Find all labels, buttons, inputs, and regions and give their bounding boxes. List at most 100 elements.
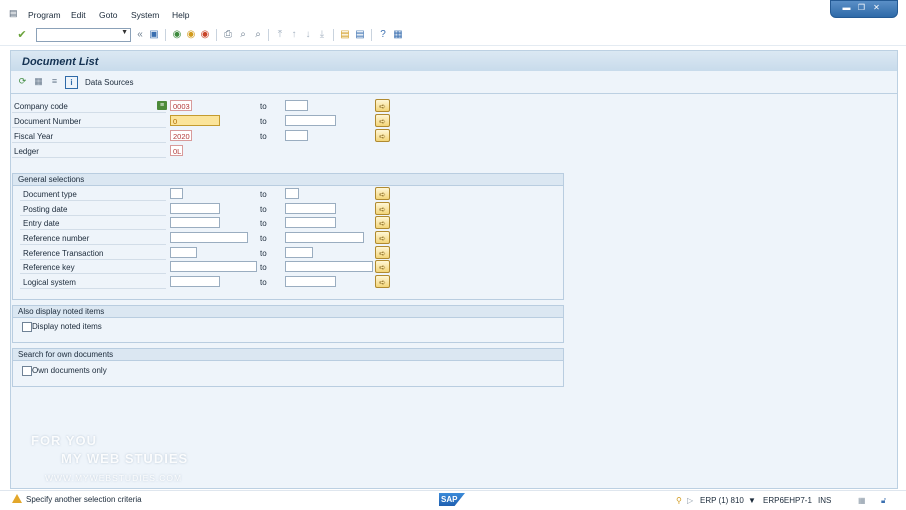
exit-icon[interactable]: ◉ (185, 29, 197, 41)
posting-date-low-input[interactable] (170, 203, 220, 214)
restore-icon[interactable]: ❐ (856, 3, 867, 13)
row-divider (12, 127, 166, 128)
own-documents-label: Own documents only (32, 366, 107, 375)
fiscal-year-low-input[interactable]: 2020 (170, 130, 192, 141)
group-title: Search for own documents (18, 350, 114, 359)
command-field[interactable]: ▼ (36, 28, 131, 42)
lightbulb-icon[interactable]: ⚲ (676, 496, 682, 505)
row-divider (20, 244, 166, 245)
get-variant-icon[interactable]: ≡ (49, 76, 60, 87)
execute-icon[interactable]: ⟳ (17, 76, 28, 87)
own-documents-checkbox[interactable] (22, 366, 32, 376)
cancel-icon[interactable]: ◉ (199, 29, 211, 41)
reference-transaction-low-input[interactable] (170, 247, 197, 258)
back-icon[interactable]: ◉ (171, 29, 183, 41)
ledger-input[interactable]: 0L (170, 145, 183, 156)
logical-system-label: Logical system (23, 278, 76, 287)
menu-edit[interactable]: Edit (71, 10, 86, 20)
multiple-selection-icon[interactable]: ➪ (375, 202, 390, 215)
document-type-high-input[interactable] (285, 188, 299, 199)
fiscal-year-high-input[interactable] (285, 130, 308, 141)
row-divider (12, 112, 166, 113)
multiple-selection-icon[interactable]: ➪ (375, 216, 390, 229)
entry-date-low-input[interactable] (170, 217, 220, 228)
display-noted-items-checkbox[interactable] (22, 322, 32, 332)
row-divider (20, 288, 166, 289)
multiple-selection-icon[interactable]: ➪ (375, 187, 390, 200)
menu-help[interactable]: Help (172, 10, 189, 20)
status-message[interactable]: Specify another selection criteria (26, 495, 142, 504)
multiple-selection-icon[interactable]: ➪ (375, 129, 390, 142)
watermark-line1: FOR YOU (31, 433, 97, 448)
title-band: Document List (10, 50, 898, 71)
system-dropdown-icon[interactable]: ▼ (748, 496, 756, 505)
history-icon[interactable]: « (134, 29, 146, 41)
multiple-selection-icon[interactable]: ➪ (375, 99, 390, 112)
logical-system-low-input[interactable] (170, 276, 220, 287)
sap-menu-icon[interactable]: ▤ (9, 8, 18, 19)
document-type-low-input[interactable] (170, 188, 183, 199)
row-divider (20, 229, 166, 230)
dropdown-icon[interactable]: ▼ (121, 29, 128, 36)
entry-date-high-input[interactable] (285, 217, 336, 228)
multiple-selection-icon[interactable]: ➪ (375, 260, 390, 273)
save-variant-icon[interactable]: ▦ (33, 76, 44, 87)
next-page-icon[interactable]: ↓ (302, 29, 314, 41)
new-session-icon[interactable]: ▤ (339, 29, 351, 41)
help-icon[interactable]: ? (377, 29, 389, 41)
save-icon[interactable]: ▣ (148, 29, 160, 41)
previous-page-icon[interactable]: ↑ (288, 29, 300, 41)
minimize-icon[interactable]: ▬ (841, 3, 852, 13)
customize-icon[interactable]: ▦ (392, 29, 404, 41)
shortcut-icon[interactable]: ▤ (354, 29, 366, 41)
find-next-icon[interactable]: ⌕ (252, 29, 264, 41)
company-code-low-input[interactable]: 0003 (170, 100, 192, 111)
check-icon[interactable]: ✔ (16, 29, 28, 41)
posting-date-high-input[interactable] (285, 203, 336, 214)
warning-icon (12, 494, 22, 503)
company-code-high-input[interactable] (285, 100, 308, 111)
logical-system-high-input[interactable] (285, 276, 336, 287)
to-label: to (260, 234, 267, 243)
reference-number-high-input[interactable] (285, 232, 364, 243)
group-title: Also display noted items (18, 307, 105, 316)
standard-toolbar: ✔ ▼ « ▣ ◉ ◉ ◉ ⎙ ⌕ ⌕ ⤒ ↑ ↓ ⤓ ▤ ▤ ? ▦ (0, 25, 906, 46)
toolbar-separator (165, 29, 166, 41)
lock-icon[interactable]: 🔓︎ (881, 496, 886, 506)
row-divider (12, 142, 166, 143)
find-icon[interactable]: ⌕ (237, 29, 249, 41)
info-icon[interactable]: i (65, 76, 78, 89)
menu-goto[interactable]: Goto (99, 10, 117, 20)
reference-transaction-high-input[interactable] (285, 247, 313, 258)
watermark-line2: MY WEB STUDIES (61, 451, 189, 466)
multiple-selection-icon[interactable]: ➪ (375, 246, 390, 259)
group-header: Also display noted items (13, 306, 563, 318)
last-page-icon[interactable]: ⤓ (316, 29, 328, 41)
to-label: to (260, 249, 267, 258)
row-divider (20, 259, 166, 260)
to-label: to (260, 102, 267, 111)
document-number-high-input[interactable] (285, 115, 336, 126)
reference-key-high-input[interactable] (285, 261, 373, 272)
reference-number-low-input[interactable] (170, 232, 248, 243)
play-icon[interactable]: ▷ (687, 496, 693, 505)
layout-icon[interactable]: ▦ (858, 496, 866, 505)
application-toolbar: ⟳ ▦ ≡ i Data Sources (10, 71, 898, 94)
print-icon[interactable]: ⎙ (222, 29, 234, 41)
menu-system[interactable]: System (131, 10, 159, 20)
document-number-low-input[interactable]: 0 (170, 115, 220, 126)
document-number-label: Document Number (14, 117, 82, 126)
reference-key-low-input[interactable] (170, 261, 257, 272)
multiple-selection-icon[interactable]: ➪ (375, 231, 390, 244)
multiple-selection-icon[interactable]: ➪ (375, 114, 390, 127)
data-sources-button[interactable]: Data Sources (85, 78, 133, 87)
first-page-icon[interactable]: ⤒ (274, 29, 286, 41)
list-icon[interactable]: ≡ (157, 101, 167, 110)
multiple-selection-icon[interactable]: ➪ (375, 275, 390, 288)
entry-date-label: Entry date (23, 219, 60, 228)
insert-mode: INS (818, 496, 832, 505)
to-label: to (260, 278, 267, 287)
close-icon[interactable]: ✕ (871, 3, 882, 13)
sap-logo: SAP (439, 493, 465, 506)
menu-program[interactable]: Program (28, 10, 61, 20)
